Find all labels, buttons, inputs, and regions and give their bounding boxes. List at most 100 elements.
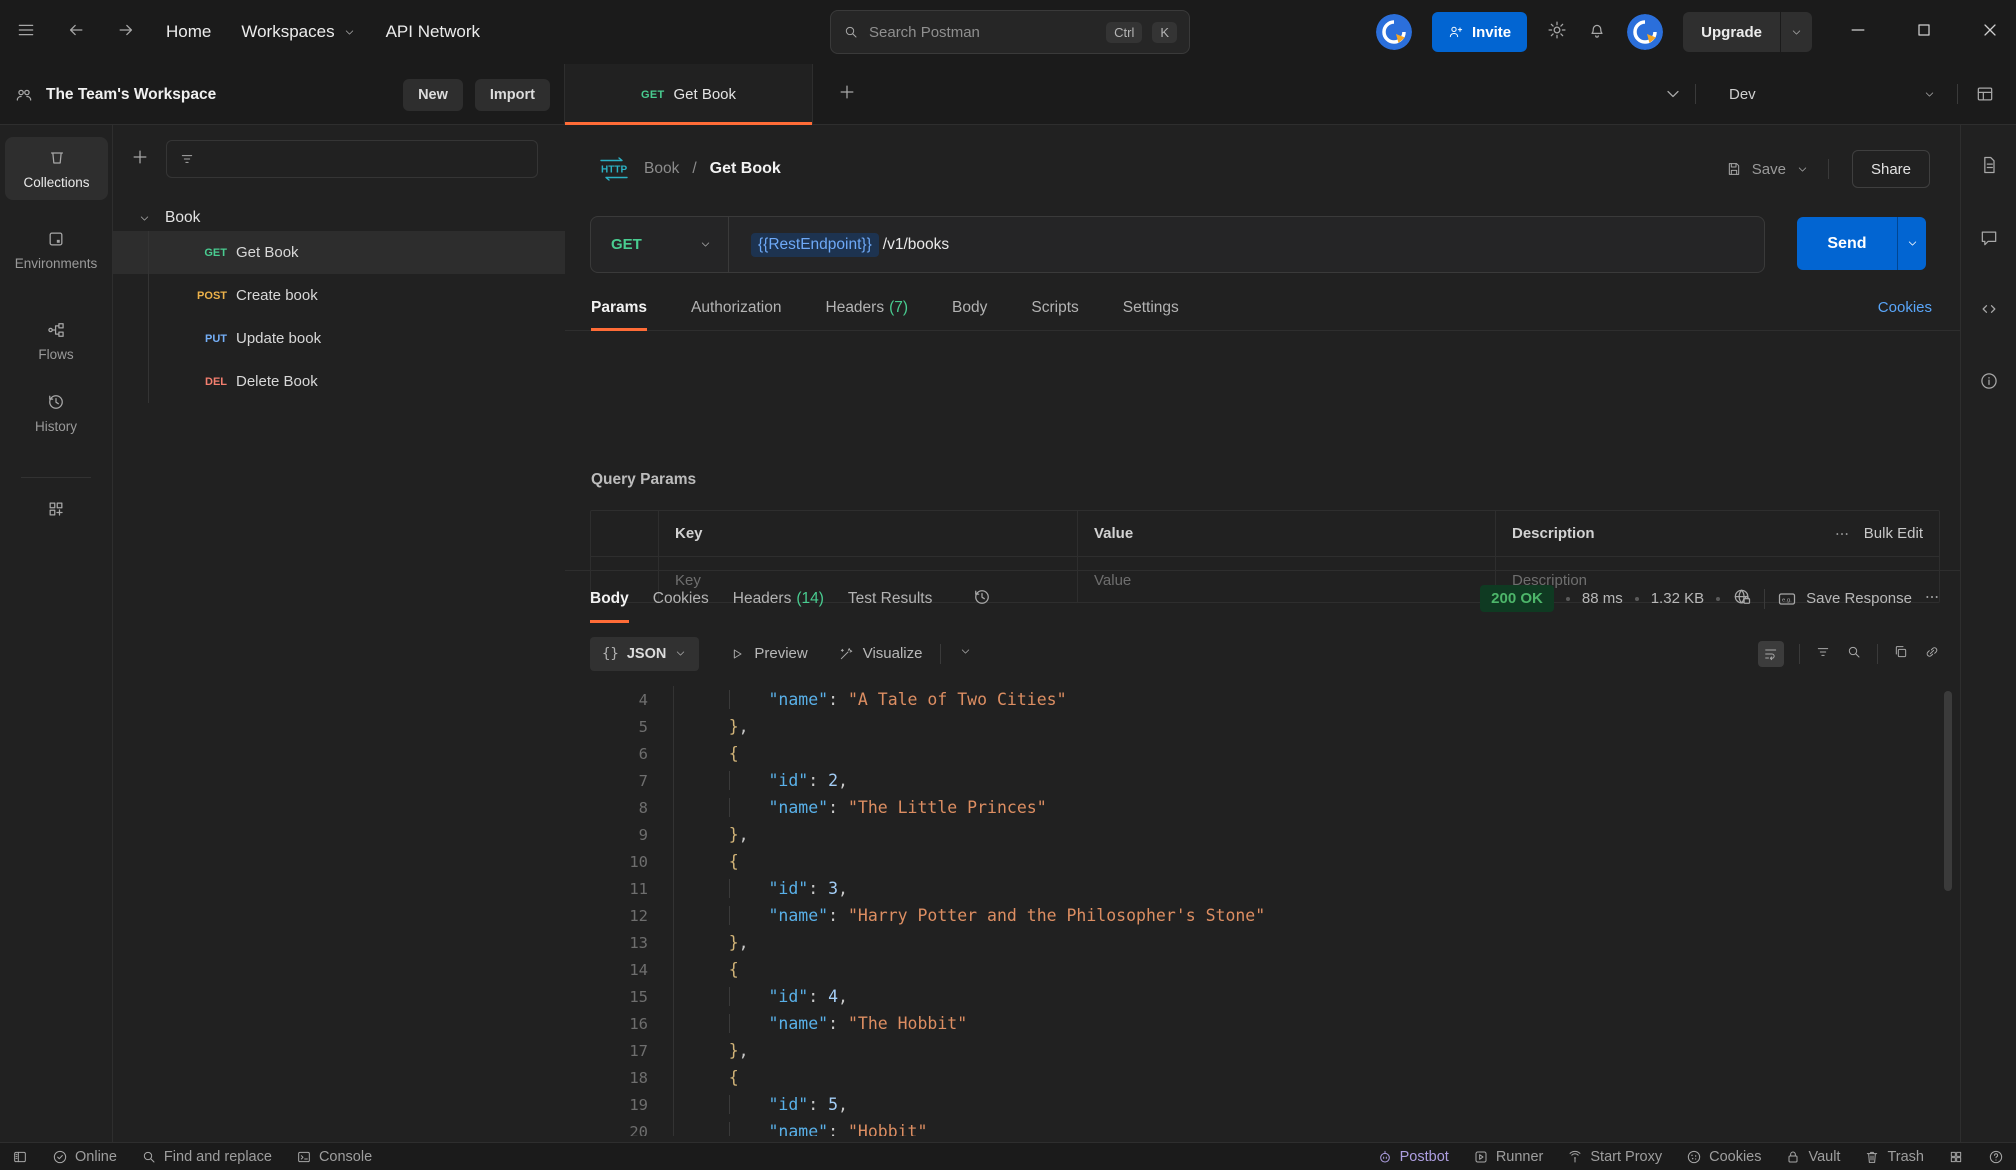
tab-body[interactable]: Body xyxy=(952,285,987,331)
environment-selector[interactable]: Dev xyxy=(1715,64,1950,125)
workspace-title[interactable]: The Team's Workspace xyxy=(46,86,216,104)
divider xyxy=(1877,644,1878,664)
url-path[interactable]: /v1/books xyxy=(883,236,949,254)
response-time[interactable]: 88 ms xyxy=(1582,590,1623,607)
cookies-link[interactable]: Cookies xyxy=(1878,299,1932,316)
tab-response-headers[interactable]: Headers(14) xyxy=(733,571,824,626)
format-options-chevron-icon[interactable] xyxy=(959,645,972,662)
search-input[interactable]: Search Postman Ctrl K xyxy=(830,10,1190,54)
tab-settings[interactable]: Settings xyxy=(1123,285,1179,331)
rail-item-environments[interactable]: Environments xyxy=(0,229,112,271)
add-collection-plus-icon[interactable] xyxy=(130,147,150,171)
online-status[interactable]: Online xyxy=(52,1149,117,1165)
import-button[interactable]: Import xyxy=(475,79,550,111)
tab-test-results[interactable]: Test Results xyxy=(848,571,932,626)
console-button[interactable]: Console xyxy=(296,1149,372,1165)
link-icon[interactable] xyxy=(1924,644,1940,664)
toggle-sidebar-icon[interactable] xyxy=(12,1149,28,1165)
tab-authorization[interactable]: Authorization xyxy=(691,285,781,331)
preview-button[interactable]: Preview xyxy=(729,645,807,662)
history-icon xyxy=(46,392,66,412)
save-button[interactable]: Save xyxy=(1726,161,1809,178)
tab-get-book[interactable]: GET Get Book xyxy=(565,64,813,125)
bulk-edit-button[interactable]: Bulk Edit xyxy=(1834,525,1923,542)
tab-headers[interactable]: Headers(7) xyxy=(826,285,909,331)
response-more-icon[interactable] xyxy=(1924,589,1940,609)
rail-item-collections[interactable]: Collections xyxy=(5,137,108,200)
code-line: 9}, xyxy=(565,821,1945,848)
tab-scripts[interactable]: Scripts xyxy=(1031,285,1078,331)
collection-filter-input[interactable] xyxy=(166,140,538,178)
user-avatar[interactable] xyxy=(1627,14,1663,50)
maximize-icon[interactable] xyxy=(1914,20,1934,44)
nav-workspaces[interactable]: Workspaces xyxy=(241,22,355,42)
request-update-book[interactable]: PUT Update book xyxy=(113,317,565,360)
response-size[interactable]: 1.32 KB xyxy=(1651,590,1704,607)
minimize-icon[interactable] xyxy=(1848,20,1868,44)
tab-response-body[interactable]: Body xyxy=(590,571,629,626)
forward-icon[interactable] xyxy=(116,20,136,44)
postbot-button[interactable]: Postbot xyxy=(1377,1149,1449,1165)
nav-home[interactable]: Home xyxy=(166,22,211,42)
start-proxy-button[interactable]: Start Proxy xyxy=(1567,1149,1662,1165)
rail-item-flows[interactable]: Flows xyxy=(0,320,112,362)
upgrade-button[interactable]: Upgrade xyxy=(1683,12,1812,52)
back-icon[interactable] xyxy=(66,20,86,44)
copy-icon[interactable] xyxy=(1893,644,1909,664)
filter-icon[interactable] xyxy=(1815,644,1831,664)
response-history-icon[interactable] xyxy=(972,587,992,611)
network-globe-icon[interactable] xyxy=(1732,587,1752,611)
code-lines: 4"name": "A Tale of Two Cities"5},6{7"id… xyxy=(565,686,1945,1136)
documentation-icon[interactable] xyxy=(1979,155,1999,179)
runner-button[interactable]: Runner xyxy=(1473,1149,1544,1165)
method-selector[interactable]: GET xyxy=(591,236,699,253)
tab-response-cookies[interactable]: Cookies xyxy=(653,571,709,626)
vault-button[interactable]: Vault xyxy=(1785,1149,1840,1165)
breadcrumb-current[interactable]: Get Book xyxy=(710,160,781,178)
url-input[interactable]: GET {{RestEndpoint}} /v1/books xyxy=(590,216,1765,273)
settings-gear-icon[interactable] xyxy=(1547,20,1567,44)
info-icon[interactable] xyxy=(1979,371,1999,395)
breadcrumb-parent[interactable]: Book xyxy=(644,160,679,178)
trash-button[interactable]: Trash xyxy=(1864,1149,1924,1165)
format-selector[interactable]: {} JSON xyxy=(590,637,699,671)
scrollbar-thumb[interactable] xyxy=(1944,691,1952,891)
new-tab-plus-icon[interactable] xyxy=(837,82,857,106)
kbd-ctrl: Ctrl xyxy=(1106,22,1142,43)
share-button[interactable]: Share xyxy=(1852,150,1930,188)
search-response-icon[interactable] xyxy=(1846,644,1862,664)
tabs-expand-chevron-icon[interactable] xyxy=(1663,84,1683,108)
team-avatar[interactable] xyxy=(1376,14,1412,50)
invite-button[interactable]: Invite xyxy=(1432,12,1527,52)
new-button[interactable]: New xyxy=(403,79,463,111)
visualize-button[interactable]: Visualize xyxy=(838,645,923,662)
find-replace-button[interactable]: Find and replace xyxy=(141,1149,272,1165)
rail-item-history[interactable]: History xyxy=(0,392,112,434)
rail-item-more-tools[interactable] xyxy=(0,499,112,519)
console-icon xyxy=(296,1149,312,1165)
request-get-book[interactable]: GET Get Book xyxy=(113,231,565,274)
comments-icon[interactable] xyxy=(1979,228,1999,252)
save-response-button[interactable]: e.g. Save Response xyxy=(1777,589,1912,609)
close-icon[interactable] xyxy=(1980,20,2000,44)
send-button[interactable]: Send xyxy=(1797,217,1926,270)
request-create-book[interactable]: POST Create book xyxy=(113,274,565,317)
code-line: 11"id": 3, xyxy=(565,875,1945,902)
nav-api-network[interactable]: API Network xyxy=(386,22,480,42)
cookies-button[interactable]: Cookies xyxy=(1686,1149,1761,1165)
help-icon[interactable] xyxy=(1988,1149,2004,1165)
request-delete-book[interactable]: DEL Delete Book xyxy=(113,360,565,403)
status-badge[interactable]: 200 OK xyxy=(1480,585,1554,612)
tab-params[interactable]: Params xyxy=(591,285,647,331)
url-variable[interactable]: {{RestEndpoint}} xyxy=(751,233,879,257)
collection-book[interactable]: Book xyxy=(113,202,565,234)
wrap-text-icon[interactable] xyxy=(1758,641,1784,667)
notifications-bell-icon[interactable] xyxy=(1587,20,1607,44)
send-options-chevron-icon[interactable] xyxy=(1897,217,1927,270)
code-snippet-icon[interactable] xyxy=(1979,299,1999,323)
environment-quicklook-icon[interactable] xyxy=(1975,84,1995,108)
menu-icon[interactable] xyxy=(16,20,36,44)
panel-grid-icon[interactable] xyxy=(1948,1149,1964,1165)
response-body-viewer[interactable]: 4"name": "A Tale of Two Cities"5},6{7"id… xyxy=(565,686,1945,1136)
code-line: 13}, xyxy=(565,929,1945,956)
